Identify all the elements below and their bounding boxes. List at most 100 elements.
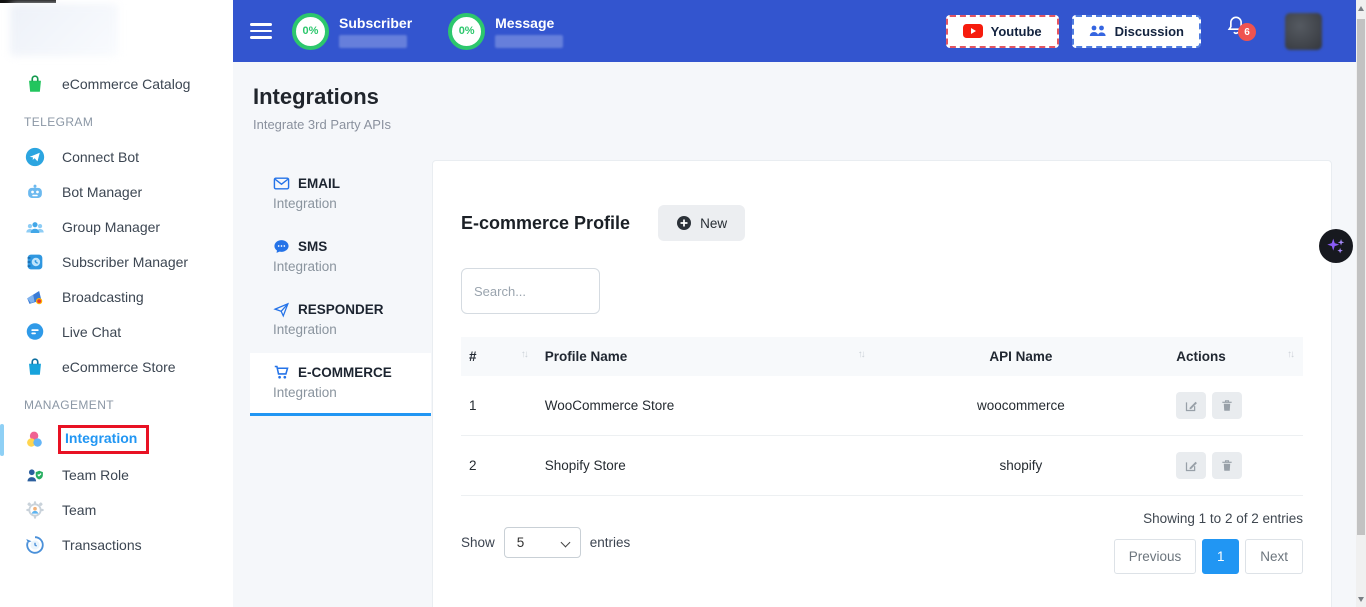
column-header-profile-name[interactable]: Profile Name↑↓ [537,337,874,376]
sidebar-item-label: Bot Manager [62,184,142,200]
sidebar-item-label: Team Role [62,467,129,483]
window-edge-line [0,0,56,3]
sidebar-item-label: Connect Bot [62,149,139,165]
sidebar-item-label: Transactions [62,537,142,553]
scroll-down-arrow[interactable] [1356,591,1366,607]
team-gear-icon [24,499,46,521]
sidebar-item-bot-manager[interactable]: Bot Manager [0,174,233,209]
edit-icon [1184,398,1199,413]
discussion-people-icon [1089,24,1107,38]
discussion-button-label: Discussion [1115,24,1184,39]
sidebar-item-broadcasting[interactable]: Broadcasting [0,279,233,314]
subscriber-stat-value-redacted [339,35,407,48]
tab-ecommerce-integration[interactable]: E-COMMERCE Integration [250,353,431,416]
page-size-select[interactable]: 5 [504,527,581,558]
new-profile-button[interactable]: New [658,205,745,241]
sidebar-item-group-manager[interactable]: Group Manager [0,209,233,244]
ai-assistant-button[interactable] [1319,229,1353,263]
entries-label: entries [590,535,631,550]
show-label: Show [461,535,495,550]
hamburger-menu-icon[interactable] [250,19,272,43]
chevron-down-icon [560,538,570,548]
table-row: 1 WooCommerce Store woocommerce [461,376,1303,436]
sidebar-item-connect-bot[interactable]: Connect Bot [0,139,233,174]
table-header-row: #↑↓ Profile Name↑↓ API Name Actions↑↓ [461,337,1303,376]
subscriber-stat-label: Subscriber [339,15,412,31]
tab-responder-integration[interactable]: RESPONDER Integration [250,290,431,350]
sort-icon[interactable]: ↑↓ [521,349,529,360]
edit-button[interactable] [1176,392,1206,419]
sort-icon[interactable]: ↑↓ [858,349,866,360]
tab-sublabel: Integration [273,385,431,400]
table-row: 2 Shopify Store shopify [461,436,1303,496]
delete-button[interactable] [1212,392,1242,419]
sms-icon [273,238,290,255]
paper-plane-icon [273,301,290,318]
scroll-up-arrow[interactable] [1356,0,1366,16]
youtube-button[interactable]: Youtube [946,15,1059,48]
discussion-button[interactable]: Discussion [1072,15,1201,48]
youtube-icon [963,24,983,38]
sidebar-item-label: Integration [65,430,137,446]
message-stat-value-redacted [495,35,563,48]
row-api-name: shopify [874,436,1169,496]
pagination: Previous 1 Next [1114,539,1303,574]
panel-title: E-commerce Profile [461,213,630,234]
sidebar-item-team[interactable]: Team [0,492,233,527]
page-subtitle: Integrate 3rd Party APIs [233,110,1366,132]
trash-icon [1220,398,1234,413]
user-avatar[interactable] [1285,13,1322,50]
sidebar-item-integration[interactable]: Integration [0,422,233,457]
tab-sms-integration[interactable]: SMS Integration [250,227,431,287]
page-size-value: 5 [517,535,525,550]
row-num: 1 [461,376,537,436]
sidebar-item-ecommerce-catalog[interactable]: eCommerce Catalog [0,66,233,101]
row-api-name: woocommerce [874,376,1169,436]
integration-tabs: EMAIL Integration SMS Integration RESPON… [250,164,431,419]
column-header-actions[interactable]: Actions↑↓ [1168,337,1303,376]
tab-label: E-COMMERCE [298,365,392,380]
subscriber-progress-ring: 0% [292,13,329,50]
youtube-button-label: Youtube [991,24,1042,39]
delete-button[interactable] [1212,452,1242,479]
subscriber-stat: 0% Subscriber [292,13,412,50]
tab-label: SMS [298,239,327,254]
robot-icon [24,181,46,203]
next-page-button[interactable]: Next [1245,539,1303,574]
group-icon [24,216,46,238]
sidebar-item-team-role[interactable]: Team Role [0,457,233,492]
sidebar-item-ecommerce-store[interactable]: eCommerce Store [0,349,233,384]
sidebar-item-label: Team [62,502,96,518]
role-shield-icon [24,464,46,486]
column-header-api-name[interactable]: API Name [874,337,1169,376]
vertical-scrollbar[interactable] [1356,0,1366,607]
topbar: 0% Subscriber 0% Message Youtube Discuss… [233,0,1356,62]
active-indicator [0,424,4,456]
sidebar-item-label: Live Chat [62,324,121,340]
message-stat: 0% Message [448,13,563,50]
sidebar-item-label: Group Manager [62,219,160,235]
edit-icon [1184,458,1199,473]
sidebar-item-subscriber-manager[interactable]: Subscriber Manager [0,244,233,279]
sidebar-item-label: eCommerce Catalog [62,76,190,92]
sidebar-item-transactions[interactable]: Transactions [0,527,233,562]
main-content: Integrations Integrate 3rd Party APIs EM… [233,62,1366,607]
notifications-button[interactable]: 6 [1225,14,1255,48]
scrollbar-thumb[interactable] [1357,19,1365,535]
showing-entries-text: Showing 1 to 2 of 2 entries [1143,511,1303,526]
palette-icon [24,429,46,451]
tab-email-integration[interactable]: EMAIL Integration [250,164,431,224]
ecommerce-profile-card: E-commerce Profile New #↑↓ Profile Name↑… [432,160,1332,607]
sidebar-item-live-chat[interactable]: Live Chat [0,314,233,349]
column-header-num[interactable]: #↑↓ [461,337,537,376]
plus-circle-icon [676,215,692,231]
app-logo [10,4,118,56]
previous-page-button[interactable]: Previous [1114,539,1197,574]
edit-button[interactable] [1176,452,1206,479]
annotation-highlight-box: Integration [58,425,149,454]
email-icon [273,175,290,192]
sort-icon[interactable]: ↑↓ [1287,349,1295,360]
page-1-button[interactable]: 1 [1202,539,1239,574]
search-input[interactable] [461,268,600,314]
tab-sublabel: Integration [273,259,431,274]
